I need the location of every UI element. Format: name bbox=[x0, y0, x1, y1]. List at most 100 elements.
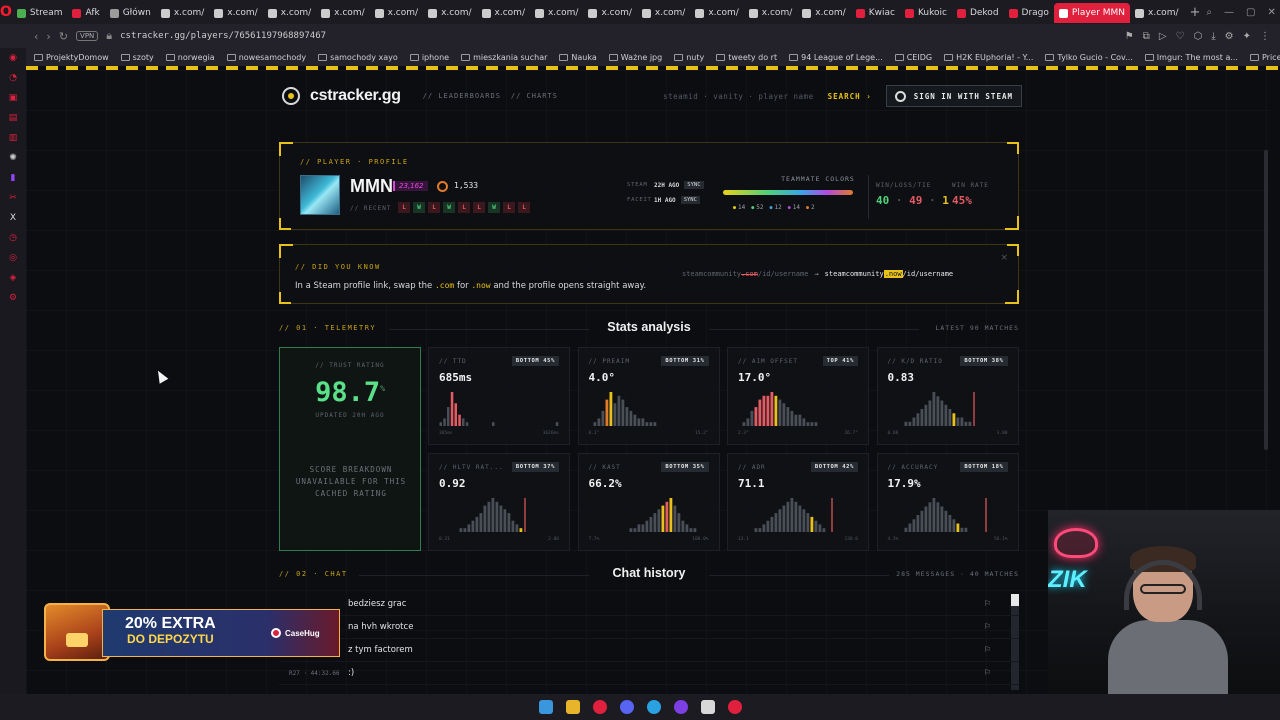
browser-tab[interactable]: x.com/ bbox=[1130, 3, 1183, 23]
browser-tab[interactable]: x.com/ bbox=[583, 3, 636, 23]
browser-tab[interactable]: Drago bbox=[1004, 3, 1054, 23]
nav-leaderboards[interactable]: // LEADERBOARDS bbox=[423, 92, 501, 100]
browser-tab[interactable]: Dekod bbox=[952, 3, 1004, 23]
site-logo[interactable]: cstracker.gg bbox=[310, 87, 401, 105]
dismiss-close-icon[interactable]: × bbox=[1000, 253, 1008, 263]
browser-tab[interactable]: x.com/ bbox=[209, 3, 262, 23]
browser-tab[interactable]: Kukoic bbox=[900, 3, 952, 23]
search-tabs-icon[interactable]: ⌕ bbox=[1206, 7, 1212, 18]
browser-tab[interactable]: x.com/ bbox=[316, 3, 369, 23]
browser-tab[interactable]: Główn bbox=[105, 3, 156, 23]
snapshot-icon[interactable]: ⧉ bbox=[1143, 31, 1150, 42]
chat-message[interactable]: z tym factorem ⚐ bbox=[279, 640, 1019, 662]
promo-banner[interactable]: 20% EXTRA DO DEPOZYTU CaseHug bbox=[44, 603, 340, 661]
opera-logo-icon[interactable]: O bbox=[0, 0, 12, 24]
metric-card[interactable]: // AIM OFFSET TOP 41% 17.0° 2.3° 26.7° bbox=[727, 347, 869, 445]
twitch-icon[interactable]: ▮ bbox=[7, 172, 19, 184]
bookmark-item[interactable]: iphone bbox=[409, 53, 449, 62]
menu-icon[interactable]: ⋮ bbox=[1260, 31, 1270, 42]
report-flag-icon[interactable]: ⚐ bbox=[984, 599, 991, 608]
vpn-badge[interactable]: VPN bbox=[76, 31, 99, 41]
ai-icon[interactable]: ✦ bbox=[1243, 31, 1251, 42]
site-logo-icon[interactable] bbox=[282, 87, 300, 105]
metric-card[interactable]: // PREAIM BOTTOM 31% 4.0° 0.1° 15.2° bbox=[577, 347, 720, 445]
app-icon[interactable] bbox=[727, 700, 742, 714]
bookmark-item[interactable]: Tylko Gucio - Cov... bbox=[1045, 53, 1133, 62]
heart-icon[interactable]: ♡ bbox=[1176, 31, 1185, 42]
opera-taskbar-icon[interactable] bbox=[592, 700, 607, 714]
chat-message[interactable]: R27 · 44:32.66:) ⚐ bbox=[279, 663, 1019, 685]
bookmark-item[interactable]: 94 League of Lege... bbox=[789, 53, 883, 62]
bookmark-item[interactable]: ProjektyDomow bbox=[34, 53, 109, 62]
browser-tab[interactable]: x.com/ bbox=[477, 3, 530, 23]
browser-tab[interactable]: Player MMN bbox=[1053, 3, 1131, 23]
nav-charts[interactable]: // CHARTS bbox=[511, 92, 558, 100]
bookmark-item[interactable]: nuty bbox=[674, 53, 704, 62]
minimize-icon[interactable]: — bbox=[1224, 7, 1234, 18]
browser-tab[interactable]: x.com/ bbox=[744, 3, 797, 23]
bookmark-item[interactable]: Price history, price... bbox=[1249, 53, 1280, 62]
messenger-icon[interactable]: ◉ bbox=[7, 52, 19, 64]
reload-icon[interactable]: ↻ bbox=[59, 30, 68, 43]
sync-button[interactable]: SYNC bbox=[680, 196, 700, 204]
pinboard-icon[interactable]: ◎ bbox=[7, 252, 19, 264]
metric-card[interactable]: // HLTV RAT... BOTTOM 37% 0.92 0.31 2.00 bbox=[428, 453, 570, 551]
bookmark-item[interactable]: samochody xayo bbox=[318, 53, 398, 62]
bookmarks-panel-icon[interactable]: ▥ bbox=[7, 132, 19, 144]
avatar[interactable] bbox=[300, 175, 340, 215]
sign-in-steam-button[interactable]: SIGN IN WITH STEAM bbox=[885, 85, 1022, 107]
metric-card[interactable]: // ADR BOTTOM 42% 71.1 13.1 130.0 bbox=[727, 453, 869, 551]
telegram-icon[interactable] bbox=[646, 700, 661, 714]
browser-tab[interactable]: Kwiac bbox=[851, 3, 900, 23]
download-icon[interactable]: ⤓ bbox=[1211, 31, 1215, 42]
bookmark-item[interactable]: H2K EUphoria! - Y... bbox=[944, 53, 1033, 62]
downloads-panel-icon[interactable]: ◈ bbox=[7, 272, 19, 284]
settings-panel-icon[interactable]: ⚙ bbox=[7, 292, 19, 304]
history-icon[interactable]: ◔ bbox=[7, 72, 19, 84]
tools-icon[interactable]: ✂ bbox=[7, 192, 19, 204]
back-icon[interactable]: ‹ bbox=[34, 30, 38, 43]
play-icon[interactable]: ▷ bbox=[1159, 31, 1167, 42]
obs-icon[interactable] bbox=[673, 700, 688, 714]
sync-button[interactable]: SYNC bbox=[684, 181, 704, 189]
bookmark-item[interactable]: Ważne jpg bbox=[608, 53, 662, 62]
close-window-icon[interactable]: ✕ bbox=[1267, 7, 1275, 18]
report-flag-icon[interactable]: ⚐ bbox=[984, 645, 991, 654]
url-field[interactable]: cstracker.gg/players/76561197968897467 bbox=[120, 31, 326, 41]
chat-message[interactable]: na hvh wkrotce ⚐ bbox=[279, 617, 1019, 639]
browser-tab[interactable]: x.com/ bbox=[423, 3, 476, 23]
settings-icon[interactable]: ⚙ bbox=[1225, 31, 1234, 42]
new-tab-button[interactable]: + bbox=[1184, 5, 1207, 20]
browser-tab[interactable]: x.com/ bbox=[156, 3, 209, 23]
chat-message[interactable]: bedziesz grac ⚐ bbox=[279, 594, 1019, 616]
bookmark-icon[interactable]: ⚑ bbox=[1125, 31, 1134, 42]
browser-tab[interactable]: x.com/ bbox=[263, 3, 316, 23]
metric-card[interactable]: // K/D RATIO BOTTOM 38% 0.83 0.08 3.00 bbox=[876, 347, 1019, 445]
browser-tab[interactable]: x.com/ bbox=[690, 3, 743, 23]
bookmark-item[interactable]: norwegia bbox=[165, 53, 215, 62]
player-icon[interactable]: ▤ bbox=[7, 112, 19, 124]
bookmark-item[interactable]: Imgur: The most a... bbox=[1144, 53, 1238, 62]
page-scrollbar[interactable] bbox=[1264, 150, 1268, 450]
browser-tab[interactable]: Stream bbox=[12, 3, 68, 23]
browser-tab[interactable]: x.com/ bbox=[370, 3, 423, 23]
report-flag-icon[interactable]: ⚐ bbox=[984, 622, 991, 631]
bookmark-item[interactable]: szoty bbox=[120, 53, 154, 62]
metric-card[interactable]: // KAST BOTTOM 35% 66.2% 7.7% 100.0% bbox=[577, 453, 720, 551]
notepad-icon[interactable] bbox=[700, 700, 715, 714]
bookmark-item[interactable]: mieszkania suchar bbox=[461, 53, 547, 62]
search-input[interactable]: steamid · vanity · player name bbox=[663, 92, 813, 101]
search-button[interactable]: SEARCH › bbox=[828, 92, 872, 101]
bookmark-item[interactable]: Nauka bbox=[559, 53, 597, 62]
bookmark-item[interactable]: nowesamochody bbox=[226, 53, 306, 62]
file-explorer-icon[interactable] bbox=[565, 700, 580, 714]
forward-icon[interactable]: › bbox=[46, 30, 50, 43]
browser-tab[interactable]: x.com/ bbox=[637, 3, 690, 23]
browser-tab[interactable]: x.com/ bbox=[530, 3, 583, 23]
clock-icon[interactable]: ◷ bbox=[7, 232, 19, 244]
browser-tab[interactable]: x.com/ bbox=[797, 3, 850, 23]
bookmark-item[interactable]: tweety do rt bbox=[716, 53, 777, 62]
browser-tab[interactable]: Afk bbox=[67, 3, 104, 23]
maximize-icon[interactable]: ▢ bbox=[1246, 7, 1255, 18]
metric-card[interactable]: // ACCURACY BOTTOM 18% 17.9% 4.3% 56.1% bbox=[876, 453, 1019, 551]
